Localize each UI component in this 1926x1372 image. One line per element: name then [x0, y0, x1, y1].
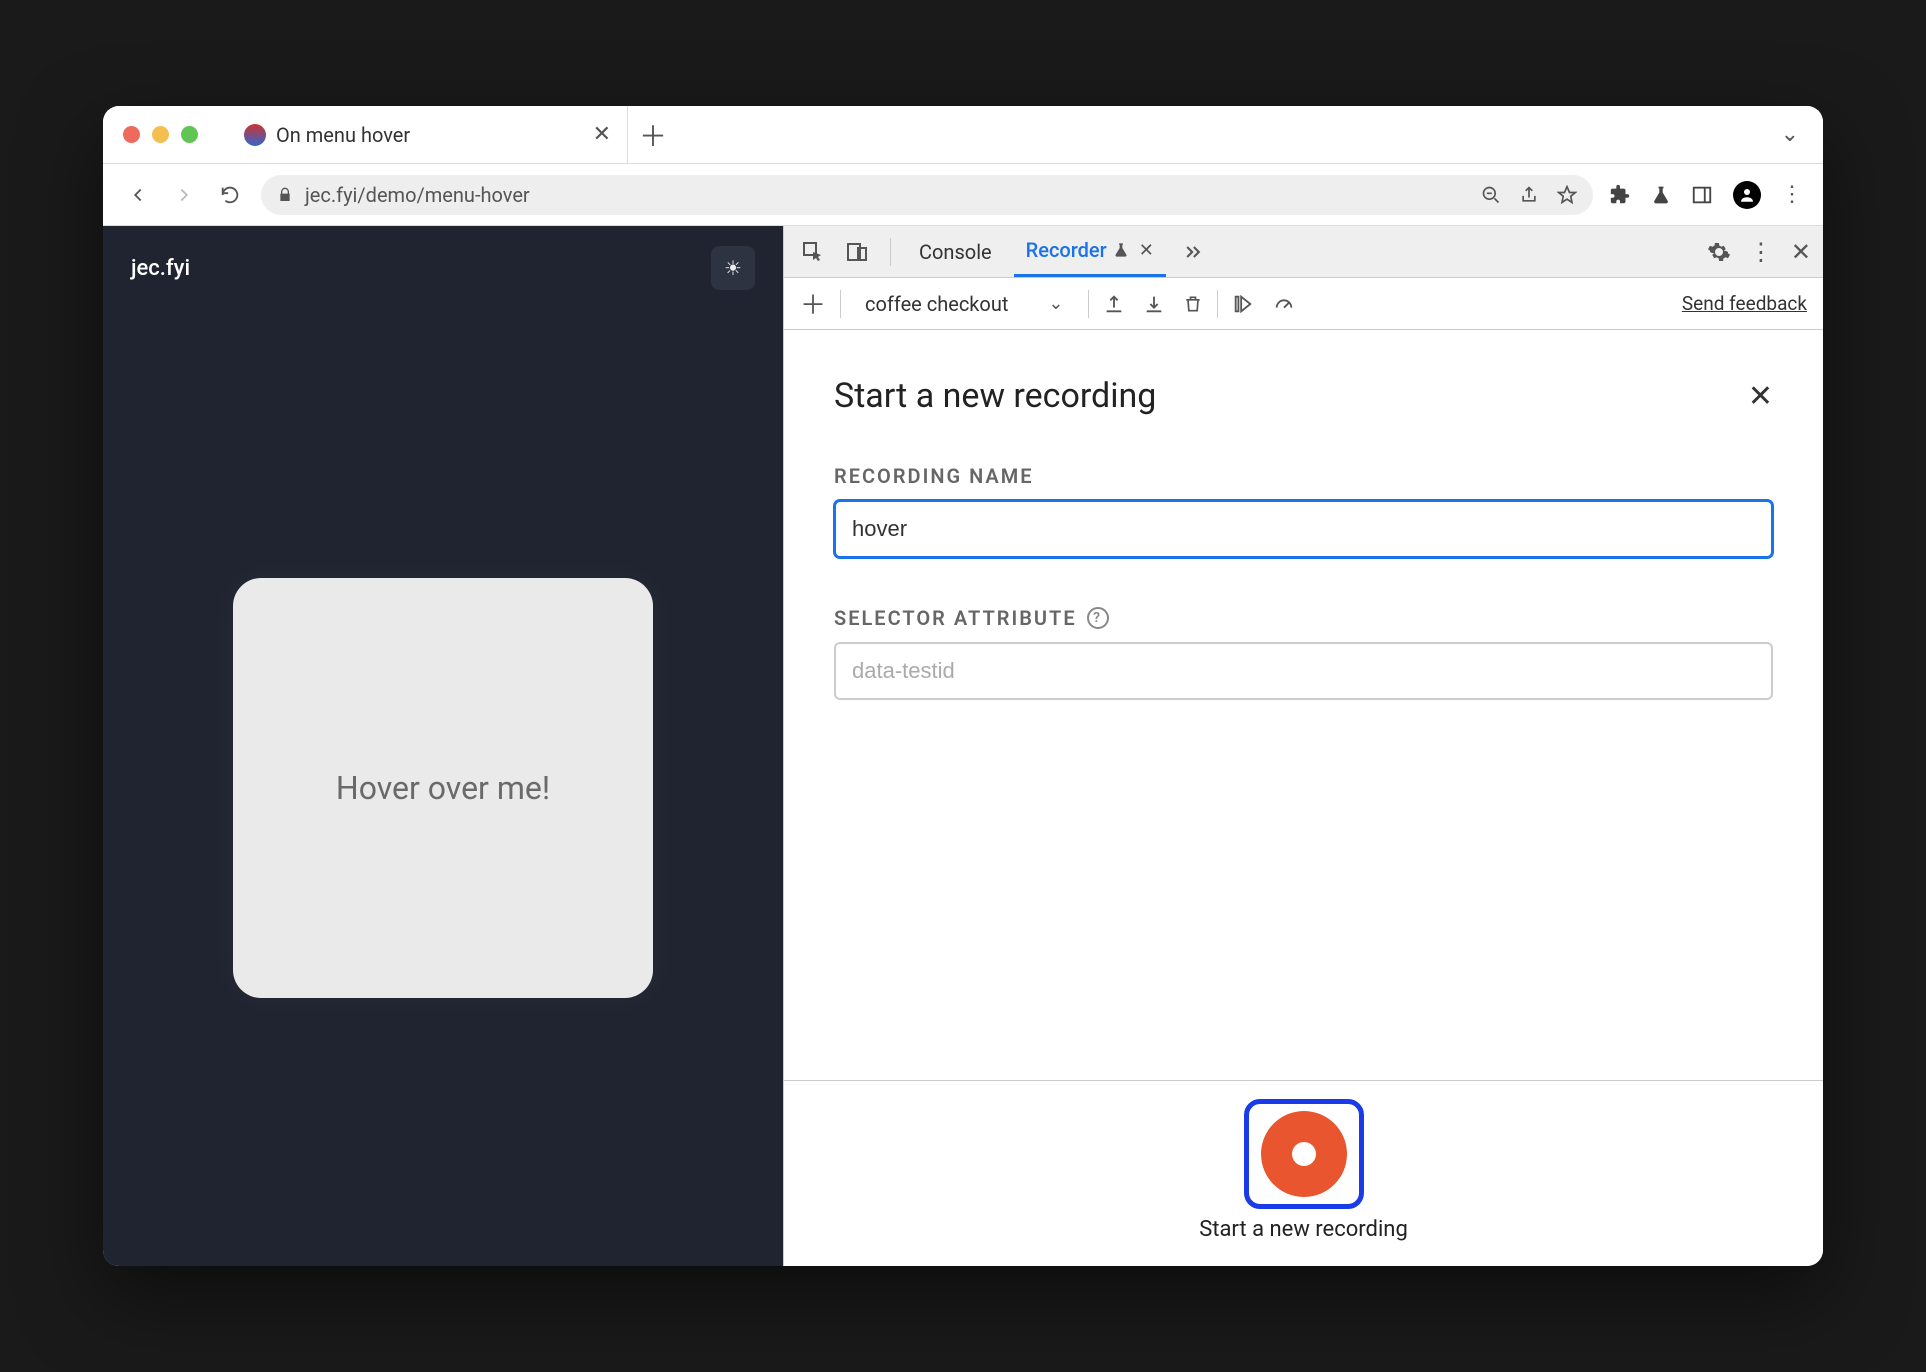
tab-recorder[interactable]: Recorder ✕: [1014, 226, 1166, 277]
address-bar[interactable]: jec.fyi/demo/menu-hover: [261, 175, 1593, 215]
theme-toggle-button[interactable]: ☀: [711, 246, 755, 290]
send-feedback-link[interactable]: Send feedback: [1682, 292, 1807, 315]
page-header: jec.fyi ☀: [103, 226, 783, 310]
tab-favicon: [244, 124, 266, 146]
recorder-actions: [1103, 293, 1203, 315]
page-brand[interactable]: jec.fyi: [131, 256, 190, 281]
flask-icon[interactable]: [1651, 184, 1671, 206]
hover-card[interactable]: Hover over me!: [233, 578, 653, 998]
help-icon[interactable]: ?: [1087, 607, 1109, 629]
tab-recorder-label: Recorder: [1026, 238, 1107, 262]
inspect-element-button[interactable]: [796, 235, 830, 269]
recording-name-input[interactable]: [834, 500, 1773, 558]
selector-attribute-label: SELECTOR ATTRIBUTE: [834, 606, 1077, 630]
chevron-down-icon: ⌄: [1048, 293, 1063, 314]
delete-icon[interactable]: [1183, 293, 1203, 315]
record-button-highlight: [1244, 1099, 1364, 1209]
tab-title: On menu hover: [276, 123, 410, 147]
speed-icon[interactable]: [1272, 293, 1296, 315]
play-icon[interactable]: [1232, 293, 1254, 315]
address-actions: [1481, 185, 1577, 205]
recorder-playback: [1232, 293, 1296, 315]
browser-menu-button[interactable]: ⋮: [1781, 182, 1803, 207]
window-titlebar: On menu hover ✕ ＋ ⌄: [103, 106, 1823, 164]
hover-card-text: Hover over me!: [336, 769, 550, 807]
recorder-panel: Start a new recording ✕ RECORDING NAME S…: [784, 330, 1823, 1080]
window-maximize-button[interactable]: [181, 126, 198, 143]
lock-icon: [277, 187, 293, 203]
export-icon[interactable]: [1103, 293, 1125, 315]
panel-icon[interactable]: [1691, 184, 1713, 206]
devtools-pane: Console Recorder ✕ ⋮ ✕: [783, 226, 1823, 1266]
recording-select-label: coffee checkout: [865, 292, 1008, 316]
recorder-footer: Start a new recording: [784, 1080, 1823, 1266]
page-viewport: jec.fyi ☀ Hover over me!: [103, 226, 783, 1266]
browser-window: On menu hover ✕ ＋ ⌄ jec.fyi/demo/menu-ho…: [103, 106, 1823, 1266]
tab-console[interactable]: Console: [907, 226, 1004, 277]
zoom-out-icon[interactable]: [1481, 185, 1501, 205]
tab-close-button[interactable]: ✕: [593, 122, 611, 147]
recording-name-field: RECORDING NAME: [834, 464, 1773, 558]
profile-avatar[interactable]: [1733, 181, 1761, 209]
panel-close-button[interactable]: ✕: [1748, 379, 1773, 414]
back-button[interactable]: [123, 180, 153, 210]
sun-icon: ☀: [724, 256, 742, 280]
record-button-label: Start a new recording: [1199, 1217, 1408, 1242]
window-close-button[interactable]: [123, 126, 140, 143]
selector-attribute-field: SELECTOR ATTRIBUTE ?: [834, 606, 1773, 700]
window-minimize-button[interactable]: [152, 126, 169, 143]
flask-icon: [1113, 241, 1129, 259]
devtools-close-button[interactable]: ✕: [1791, 238, 1811, 266]
share-icon[interactable]: [1519, 185, 1539, 205]
tab-strip: On menu hover ✕ ＋: [228, 106, 678, 163]
selector-attribute-input[interactable]: [834, 642, 1773, 700]
devtools-menu-button[interactable]: ⋮: [1749, 238, 1773, 266]
url-text: jec.fyi/demo/menu-hover: [305, 183, 530, 207]
extensions-icon[interactable]: [1609, 184, 1631, 206]
panel-title: Start a new recording: [834, 376, 1156, 416]
tab-close-icon[interactable]: ✕: [1139, 240, 1154, 261]
reload-button[interactable]: [215, 180, 245, 210]
recording-select[interactable]: coffee checkout ⌄: [855, 288, 1073, 320]
device-toolbar-button[interactable]: [840, 235, 874, 269]
browser-toolbar: jec.fyi/demo/menu-hover: [103, 164, 1823, 226]
separator: [1217, 290, 1218, 318]
forward-button[interactable]: [169, 180, 199, 210]
star-icon[interactable]: [1557, 185, 1577, 205]
page-center: Hover over me!: [103, 310, 783, 1266]
settings-button[interactable]: [1707, 240, 1731, 264]
separator: [840, 290, 841, 318]
devtools-tabbar: Console Recorder ✕ ⋮ ✕: [784, 226, 1823, 278]
browser-tab[interactable]: On menu hover ✕: [228, 106, 628, 163]
recording-name-label: RECORDING NAME: [834, 464, 1773, 488]
tab-console-label: Console: [919, 240, 992, 264]
new-tab-button[interactable]: ＋: [628, 110, 678, 160]
record-icon: [1292, 1142, 1316, 1166]
import-icon[interactable]: [1143, 293, 1165, 315]
window-controls: [123, 126, 198, 143]
separator: [890, 238, 891, 266]
separator: [1088, 290, 1089, 318]
add-recording-button[interactable]: ＋: [800, 285, 826, 322]
more-tabs-button[interactable]: [1176, 235, 1210, 269]
extension-icons: ⋮: [1609, 181, 1803, 209]
titlebar-right: ⌄: [1781, 122, 1823, 147]
record-button[interactable]: [1261, 1111, 1347, 1197]
chevron-down-icon[interactable]: ⌄: [1781, 122, 1799, 147]
recorder-toolbar: ＋ coffee checkout ⌄: [784, 278, 1823, 330]
content-row: jec.fyi ☀ Hover over me!: [103, 226, 1823, 1266]
